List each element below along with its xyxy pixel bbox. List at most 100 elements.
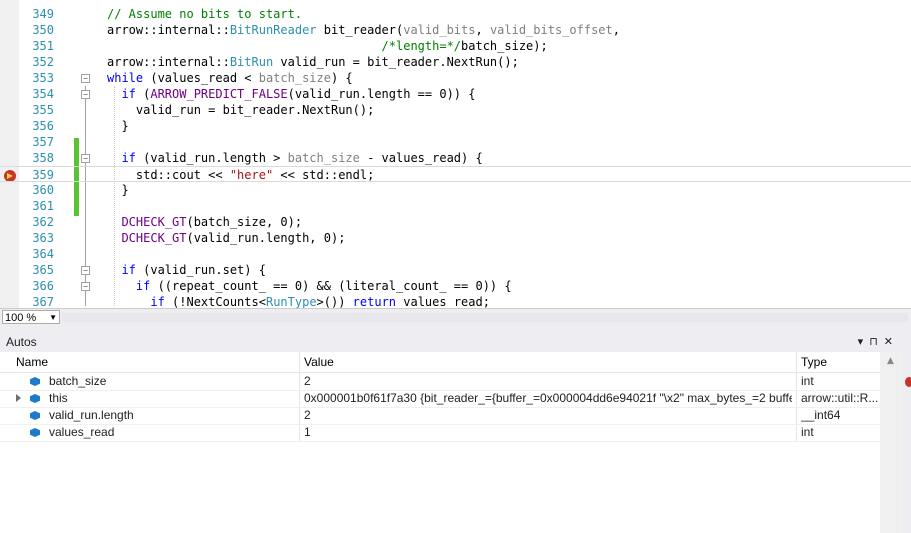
code-line[interactable]: 365 − if (valid_run.set) { <box>0 262 911 278</box>
code-line[interactable]: 349 // Assume no bits to start. <box>0 6 911 22</box>
code-line[interactable]: 367 if (!NextCounts<RunType>()) return v… <box>0 294 911 308</box>
code-line[interactable]: 364 <box>0 246 911 262</box>
code-line[interactable]: 352 arrow::internal::BitRun valid_run = b… <box>0 54 911 70</box>
code-line[interactable]: 351 /*length=*/batch_size); <box>0 38 911 54</box>
code-text: arrow::internal::BitRunReader bit_reader… <box>107 22 620 38</box>
vertical-scrollbar[interactable]: ▲ <box>880 352 903 533</box>
code-line[interactable]: 350 arrow::internal::BitRunReader bit_rea… <box>0 22 911 38</box>
code-line[interactable]: 366 − if ((repeat_count_ == 0) && (litera… <box>0 278 911 294</box>
code-line[interactable]: 358 − if (valid_run.length > batch_size -… <box>0 150 911 166</box>
row-name: values_read <box>49 425 115 439</box>
code-token: if <box>121 87 136 101</box>
line-number: 353 <box>32 71 54 85</box>
code-token: "here" <box>229 168 274 182</box>
code-text: while (values_read < batch_size) { <box>107 70 353 86</box>
code-line[interactable]: 359 std::cout << "here" << std::endl; <box>0 166 911 182</box>
line-number: 354 <box>32 87 54 101</box>
table-row[interactable]: valid_run.length 2 __int64 <box>0 407 880 425</box>
code-token: ((repeat_count_ == 0) && (literal_count_… <box>150 279 512 293</box>
code-token: DCHECK_GT <box>121 231 187 245</box>
zoom-dropdown[interactable]: 100 % ▼ <box>2 310 60 324</box>
collapse-icon[interactable]: − <box>81 282 90 291</box>
code-token: valid_run = bit_reader.NextRun(); <box>107 103 375 117</box>
pin-icon[interactable]: ⊓ <box>869 336 884 348</box>
table-row[interactable]: this 0x000001b0f61f7a30 {bit_reader_={bu… <box>0 390 880 408</box>
line-number: 356 <box>32 119 54 133</box>
line-number: 360 <box>32 183 54 197</box>
close-icon[interactable]: ✕ <box>884 336 899 348</box>
code-token: arrow::internal:: <box>107 23 230 37</box>
column-header-value[interactable]: Value <box>304 352 334 372</box>
column-header-name[interactable]: Name <box>16 352 48 372</box>
variable-icon <box>30 411 40 420</box>
collapse-icon[interactable]: − <box>81 74 90 83</box>
code-text: /*length=*/batch_size); <box>107 38 548 54</box>
code-token: (!NextCounts< <box>164 295 266 308</box>
code-token: (valid_run.length > <box>135 151 288 165</box>
code-line[interactable]: 357 <box>0 134 911 150</box>
code-text: arrow::internal::BitRun valid_run = bit_… <box>107 54 519 70</box>
row-name: this <box>49 391 68 405</box>
row-value[interactable]: 2 <box>304 373 792 390</box>
code-text: if (ARROW_PREDICT_FALSE(valid_run.length… <box>107 86 475 102</box>
line-number: 355 <box>32 103 54 117</box>
table-row[interactable]: batch_size 2 int <box>0 373 880 391</box>
code-token: valid_bits_offset <box>489 23 613 37</box>
code-token: (valid_run.length == 0)) { <box>287 87 476 101</box>
pane-splitter[interactable] <box>0 325 911 333</box>
collapse-icon[interactable]: − <box>81 266 90 275</box>
code-token: valid_bits <box>403 23 476 37</box>
code-line[interactable]: 356 } <box>0 118 911 134</box>
line-number: 364 <box>32 247 54 261</box>
column-header-type[interactable]: Type <box>801 352 827 372</box>
code-token: valid_run = bit_reader.NextRun(); <box>273 55 519 69</box>
code-token: while <box>107 71 144 85</box>
horizontal-scrollbar[interactable] <box>62 313 908 322</box>
code-text: if (valid_run.length > batch_size - valu… <box>107 150 482 166</box>
code-token: << std::endl; <box>273 168 375 182</box>
collapse-icon[interactable]: − <box>81 154 90 163</box>
code-editor[interactable]: 349// Assume no bits to start. 350 arrow::… <box>0 0 911 308</box>
grid-header: Name Value Type <box>0 352 880 373</box>
row-value[interactable]: 2 <box>304 407 792 424</box>
chevron-down-icon[interactable]: ▼ <box>49 311 57 325</box>
code-line[interactable]: 360 } <box>0 182 911 198</box>
zoom-level: 100 % <box>5 312 37 324</box>
table-row[interactable]: values_read 1 int <box>0 424 880 442</box>
row-value[interactable]: 1 <box>304 424 792 441</box>
collapse-icon[interactable]: − <box>81 90 90 99</box>
code-text: DCHECK_GT(valid_run.length, 0); <box>107 230 345 246</box>
code-text: // Assume no bits to start. <box>107 6 302 22</box>
code-token: arrow::internal:: <box>107 55 230 69</box>
code-line[interactable]: 362 DCHECK_GT(batch_size, 0); <box>0 214 911 230</box>
window-position-dropdown-icon[interactable]: ▾ <box>858 336 870 348</box>
code-line[interactable]: 363 DCHECK_GT(valid_run.length, 0); <box>0 230 911 246</box>
code-token: ( <box>135 87 151 101</box>
line-number: 361 <box>32 199 54 213</box>
code-line[interactable]: 361 <box>0 198 911 214</box>
code-line[interactable]: 355 valid_run = bit_reader.NextRun(); <box>0 102 911 118</box>
code-token: if <box>121 151 136 165</box>
variable-icon <box>30 394 40 403</box>
autos-title-bar: Autos ▾⊓✕ <box>0 333 903 352</box>
code-token: batch_size <box>287 151 360 165</box>
expand-arrow-icon[interactable] <box>16 394 21 402</box>
code-token: , <box>612 23 620 37</box>
code-token: batch_size <box>258 71 331 85</box>
autos-grid[interactable]: Name Value Type batch_size 2 int this 0x… <box>0 352 880 533</box>
code-token: (batch_size, 0); <box>186 215 303 229</box>
code-token: (valid_run.set) { <box>135 263 266 277</box>
code-token: BitRun <box>229 55 274 69</box>
code-token: if <box>135 279 151 293</box>
scroll-up-icon[interactable]: ▲ <box>887 356 894 366</box>
code-token: if <box>150 295 165 308</box>
code-line[interactable]: 353 − while (values_read < batch_size) { <box>0 70 911 86</box>
code-token: (values_read < <box>143 71 259 85</box>
line-number: 366 <box>32 279 54 293</box>
code-token: /*length=*/ <box>381 39 462 53</box>
code-line[interactable]: 354 − if (ARROW_PREDICT_FALSE(valid_run.l… <box>0 86 911 102</box>
row-value[interactable]: 0x000001b0f61f7a30 {bit_reader_={buffer_… <box>304 390 792 407</box>
autos-window: Autos ▾⊓✕ Name Value Type batch_size 2 i… <box>0 333 904 533</box>
